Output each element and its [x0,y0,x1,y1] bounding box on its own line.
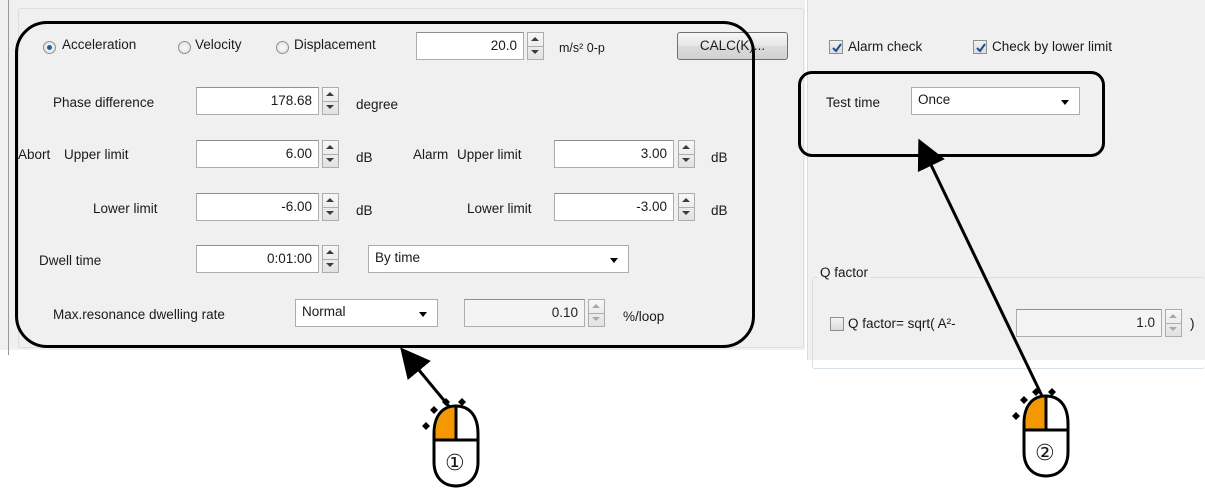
callout-number-2: ② [1035,441,1055,466]
arrow-2 [917,138,1045,399]
callout-number-1: ① [445,451,465,476]
callout-graphics [400,138,1070,488]
